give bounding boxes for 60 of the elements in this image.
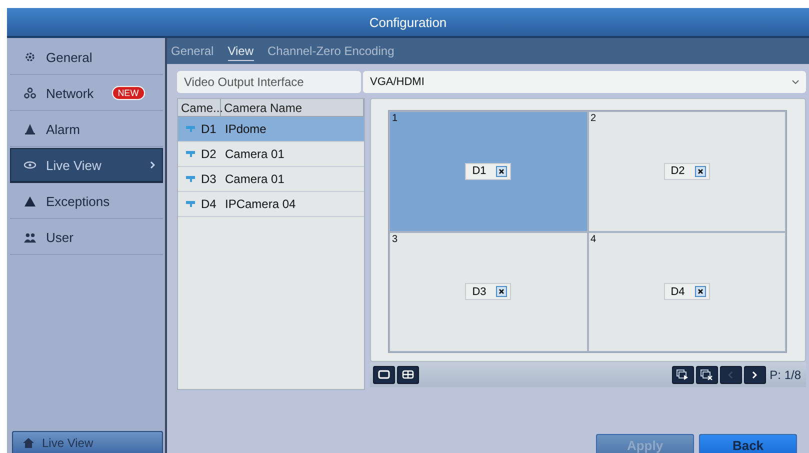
window-number: 3 <box>392 234 398 244</box>
sidebar-item[interactable]: User <box>10 220 163 255</box>
view-window[interactable]: 3 D3 <box>389 232 588 352</box>
quad-layout-button[interactable] <box>397 366 419 384</box>
camera-label: D2 <box>670 165 685 178</box>
eye-icon <box>24 161 36 169</box>
chevron-left-icon <box>728 370 734 378</box>
camera-row[interactable]: D3 Camera 01 <box>178 167 364 192</box>
screens-play-icon <box>676 369 690 380</box>
previous-page-button[interactable] <box>720 366 742 384</box>
screens-close-icon <box>700 369 714 380</box>
gear-icon <box>24 51 36 63</box>
warning-icon <box>24 196 36 206</box>
camera-icon <box>186 151 195 157</box>
single-screen-icon <box>378 370 390 379</box>
camera-label: D4 <box>670 286 685 298</box>
column-header[interactable]: Camera Name <box>221 99 364 116</box>
camera-icon <box>186 176 195 182</box>
next-page-button[interactable] <box>744 366 766 384</box>
sidebar-item[interactable]: Exceptions <box>10 184 163 219</box>
camera-row[interactable]: D2 Camera 01 <box>178 142 364 167</box>
close-icon[interactable] <box>496 166 508 177</box>
chevron-right-icon <box>752 370 758 378</box>
camera-row[interactable]: D4 IPCamera 04 <box>178 192 364 217</box>
caret-icon <box>792 80 799 84</box>
alarm-icon <box>24 123 36 135</box>
four-screen-icon <box>402 370 414 379</box>
camera-icon <box>186 126 195 132</box>
sidebar-item[interactable]: General <box>10 40 163 75</box>
people-icon <box>24 232 36 242</box>
new-badge: NEW <box>112 86 145 100</box>
window-number: 2 <box>590 113 596 124</box>
window-number: 4 <box>590 234 596 244</box>
close-icon[interactable] <box>694 286 706 298</box>
view-window[interactable]: 4 D4 <box>588 232 786 352</box>
single-layout-button[interactable] <box>373 366 395 384</box>
sidebar-item[interactable]: Live View <box>10 148 163 183</box>
close-icon[interactable] <box>694 166 706 177</box>
window-number: 1 <box>392 113 398 124</box>
network-icon <box>24 87 36 99</box>
chevron-right-icon <box>150 161 155 169</box>
view-window[interactable]: 1 D1 <box>389 111 588 232</box>
page-indicator: P: 1/8 <box>770 368 801 382</box>
start-all-button[interactable] <box>672 366 694 384</box>
field-label: Video Output Interface <box>177 71 361 93</box>
column-header[interactable]: Came... <box>178 99 221 116</box>
home-icon <box>23 438 34 448</box>
back-button[interactable]: Back <box>699 434 797 453</box>
camera-row[interactable]: D1 IPdome <box>178 117 364 142</box>
close-icon[interactable] <box>496 286 508 298</box>
camera-label: D1 <box>472 165 486 178</box>
output-dropdown[interactable]: VGA/HDMI <box>363 71 806 93</box>
view-window[interactable]: 2 D2 <box>588 111 786 232</box>
window-title: Configuration <box>7 8 809 38</box>
stop-all-button[interactable] <box>696 366 718 384</box>
sidebar-item[interactable]: Alarm <box>10 112 163 147</box>
sidebar-item[interactable]: Network NEW <box>10 76 163 111</box>
camera-label: D3 <box>472 286 486 298</box>
tab[interactable]: View <box>228 42 254 60</box>
camera-icon <box>186 201 195 207</box>
